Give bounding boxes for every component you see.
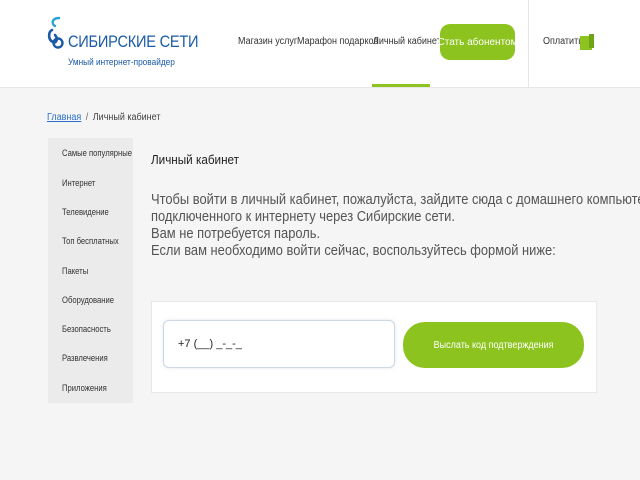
breadcrumb-home-link[interactable]: Главная <box>47 112 81 123</box>
nav-item-shop[interactable]: Магазин услуг <box>238 36 297 47</box>
sidebar-item-popular[interactable]: Самые популярные <box>62 148 132 158</box>
sidebar-item-internet[interactable]: Интернет <box>62 178 95 188</box>
sidebar-item-packages[interactable]: Пакеты <box>62 266 88 276</box>
send-code-button[interactable]: Выслать код подтверждения <box>403 322 584 368</box>
logo-icon <box>47 16 64 49</box>
nav-active-indicator <box>372 84 430 87</box>
pay-link[interactable]: Оплатить <box>543 36 583 47</box>
sidebar-item-entertainment[interactable]: Развлечения <box>62 353 108 363</box>
info-line: Если вам необходимо войти сейчас, воспол… <box>151 242 556 259</box>
breadcrumb-current: Личный кабинет <box>92 112 161 123</box>
page-title: Личный кабинет <box>151 152 240 167</box>
site-header: СИБИРСКИЕ СЕТИ Умный интернет-провайдер … <box>0 0 640 88</box>
sidebar-item-equipment[interactable]: Оборудование <box>62 295 114 305</box>
brand-name: СИБИРСКИЕ СЕТИ <box>68 32 199 51</box>
header-divider <box>528 0 529 88</box>
info-text: Чтобы войти в личный кабинет, пожалуйста… <box>151 191 640 259</box>
sidebar-item-tv[interactable]: Телевидение <box>62 207 109 217</box>
breadcrumb: Главная / Личный кабинет <box>47 112 160 123</box>
nav-item-account[interactable]: Личный кабинет <box>373 36 441 47</box>
subscribe-button[interactable]: Стать абонентом <box>438 24 517 60</box>
sidebar-item-apps[interactable]: Приложения <box>62 383 107 393</box>
info-line: Вам не потребуется пароль. <box>151 225 321 242</box>
send-code-label: Выслать код подтверждения <box>433 339 554 351</box>
info-line: Чтобы войти в личный кабинет, пожалуйста… <box>151 191 640 208</box>
wallet-icon[interactable] <box>580 34 594 50</box>
nav-item-marathon[interactable]: Марафон подарков <box>297 36 378 47</box>
phone-input[interactable] <box>163 320 395 368</box>
logo[interactable]: СИБИРСКИЕ СЕТИ Умный интернет-провайдер <box>46 16 199 70</box>
breadcrumb-separator: / <box>85 112 89 123</box>
sidebar-item-security[interactable]: Безопасность <box>62 324 111 334</box>
brand-tagline: Умный интернет-провайдер <box>68 57 175 67</box>
info-line: подключенного к интернету через Сибирски… <box>151 208 455 225</box>
sidebar-item-top-free[interactable]: Топ бесплатных <box>62 236 119 246</box>
sidebar: Самые популярные Интернет Телевидение То… <box>48 138 133 403</box>
